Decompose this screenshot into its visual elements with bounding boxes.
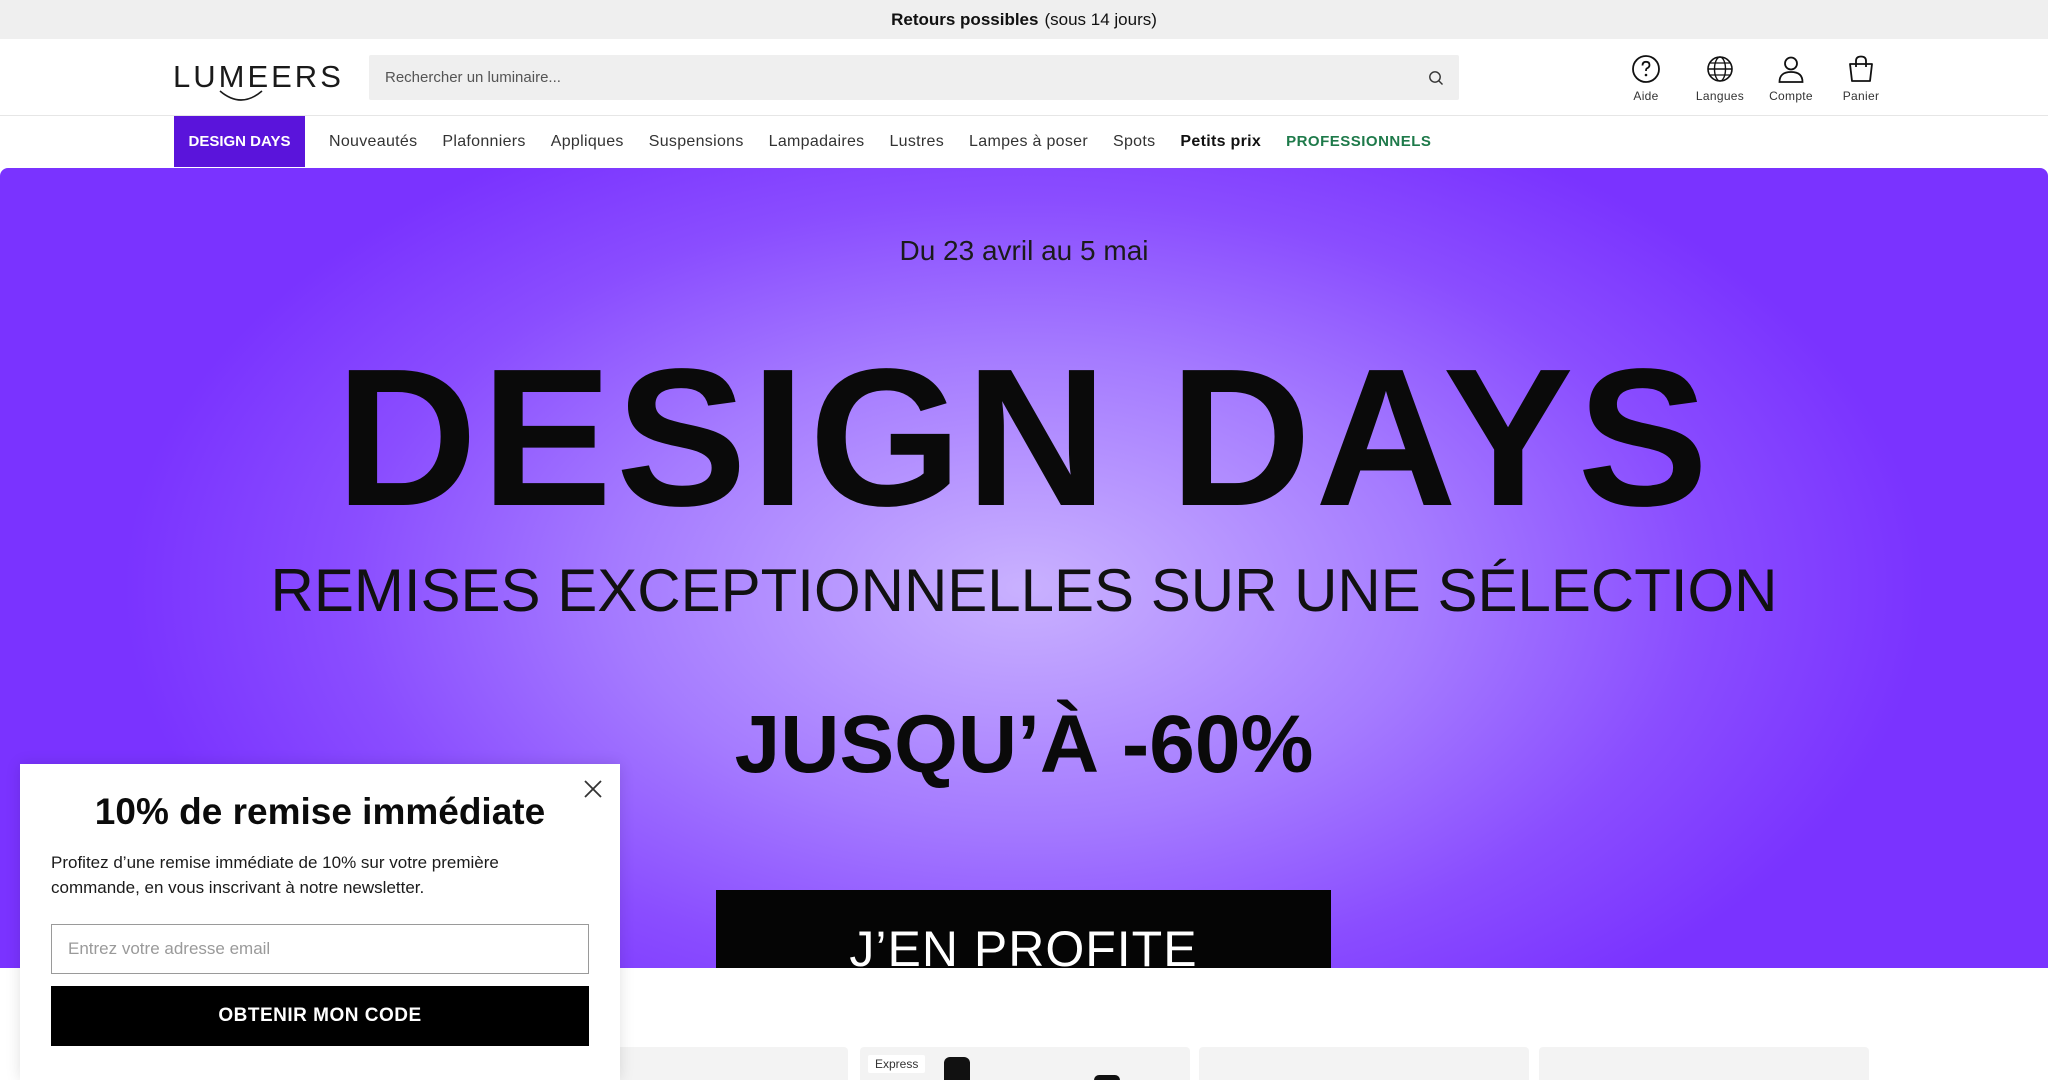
nav-item-lustres[interactable]: Lustres bbox=[889, 133, 944, 151]
popup-text: Profitez d’une remise immédiate de 10% s… bbox=[51, 853, 499, 897]
nav-item-petits-prix[interactable]: Petits prix bbox=[1180, 133, 1261, 151]
nav-item-lampes-a-poser[interactable]: Lampes à poser bbox=[969, 133, 1088, 151]
product-image bbox=[944, 1057, 970, 1080]
nav-item-plafonniers[interactable]: Plafonniers bbox=[442, 133, 525, 151]
help-link[interactable]: Aide bbox=[1611, 53, 1681, 103]
logo-arc-icon bbox=[219, 90, 263, 101]
nav-item-suspensions[interactable]: Suspensions bbox=[649, 133, 744, 151]
logo[interactable]: LUMEERS bbox=[173, 59, 341, 105]
nav-item-nouveautes[interactable]: Nouveautés bbox=[329, 133, 417, 151]
search-button[interactable] bbox=[1425, 67, 1447, 89]
search-input[interactable] bbox=[385, 69, 1385, 86]
account-link[interactable]: Compte bbox=[1756, 53, 1826, 103]
language-label: Langues bbox=[1695, 89, 1745, 103]
announcement-text: (sous 14 jours) bbox=[1044, 9, 1157, 29]
hero-date: Du 23 avril au 5 mai bbox=[899, 235, 1149, 266]
globe-icon bbox=[1707, 56, 1733, 82]
announcement-bar: Retours possibles (sous 14 jours) bbox=[0, 0, 2048, 39]
hero-cta-button[interactable]: J’EN PROFITE bbox=[716, 890, 1331, 968]
hero-title: DESIGN DAYS bbox=[335, 328, 1713, 547]
popup-title: 10% de remise immédiate bbox=[94, 791, 546, 832]
email-field[interactable] bbox=[51, 924, 589, 974]
account-label: Compte bbox=[1769, 89, 1813, 103]
nav-items: Nouveautés Plafonniers Appliques Suspens… bbox=[329, 116, 1456, 167]
help-circle-icon bbox=[1632, 55, 1660, 83]
product-card[interactable] bbox=[1539, 1047, 1869, 1080]
nav-item-appliques[interactable]: Appliques bbox=[551, 133, 624, 151]
shopping-bag-icon bbox=[1849, 55, 1873, 82]
nav-item-spots[interactable]: Spots bbox=[1113, 133, 1155, 151]
product-card[interactable] bbox=[1199, 1047, 1529, 1080]
nav-item-design-days[interactable]: DESIGN DAYS bbox=[174, 116, 305, 167]
hero-subtitle: REMISES EXCEPTIONNELLES SUR UNE SÉLECTIO… bbox=[270, 557, 1778, 624]
search-bar bbox=[369, 55, 1459, 100]
user-icon bbox=[1778, 56, 1804, 83]
language-selector[interactable]: Langues bbox=[1685, 53, 1755, 103]
site-header: LUMEERS Aide Langues bbox=[0, 39, 2048, 116]
product-card[interactable]: Express bbox=[860, 1047, 1190, 1080]
nav-item-lampadaires[interactable]: Lampadaires bbox=[769, 133, 865, 151]
search-icon bbox=[1429, 71, 1443, 85]
get-code-button[interactable]: OBTENIR MON CODE bbox=[51, 986, 589, 1046]
main-nav: DESIGN DAYS Nouveautés Plafonniers Appli… bbox=[0, 116, 2048, 168]
cart-link[interactable]: Panier bbox=[1826, 53, 1896, 103]
nav-item-professionnels[interactable]: PROFESSIONNELS bbox=[1286, 133, 1431, 150]
express-badge: Express bbox=[868, 1055, 926, 1073]
cart-label: Panier bbox=[1842, 89, 1880, 103]
announcement-bold: Retours possibles bbox=[891, 9, 1039, 29]
newsletter-popup: 10% de remise immédiate Profitez d’une r… bbox=[20, 764, 620, 1080]
product-image bbox=[1094, 1075, 1120, 1080]
help-label: Aide bbox=[1633, 89, 1659, 103]
